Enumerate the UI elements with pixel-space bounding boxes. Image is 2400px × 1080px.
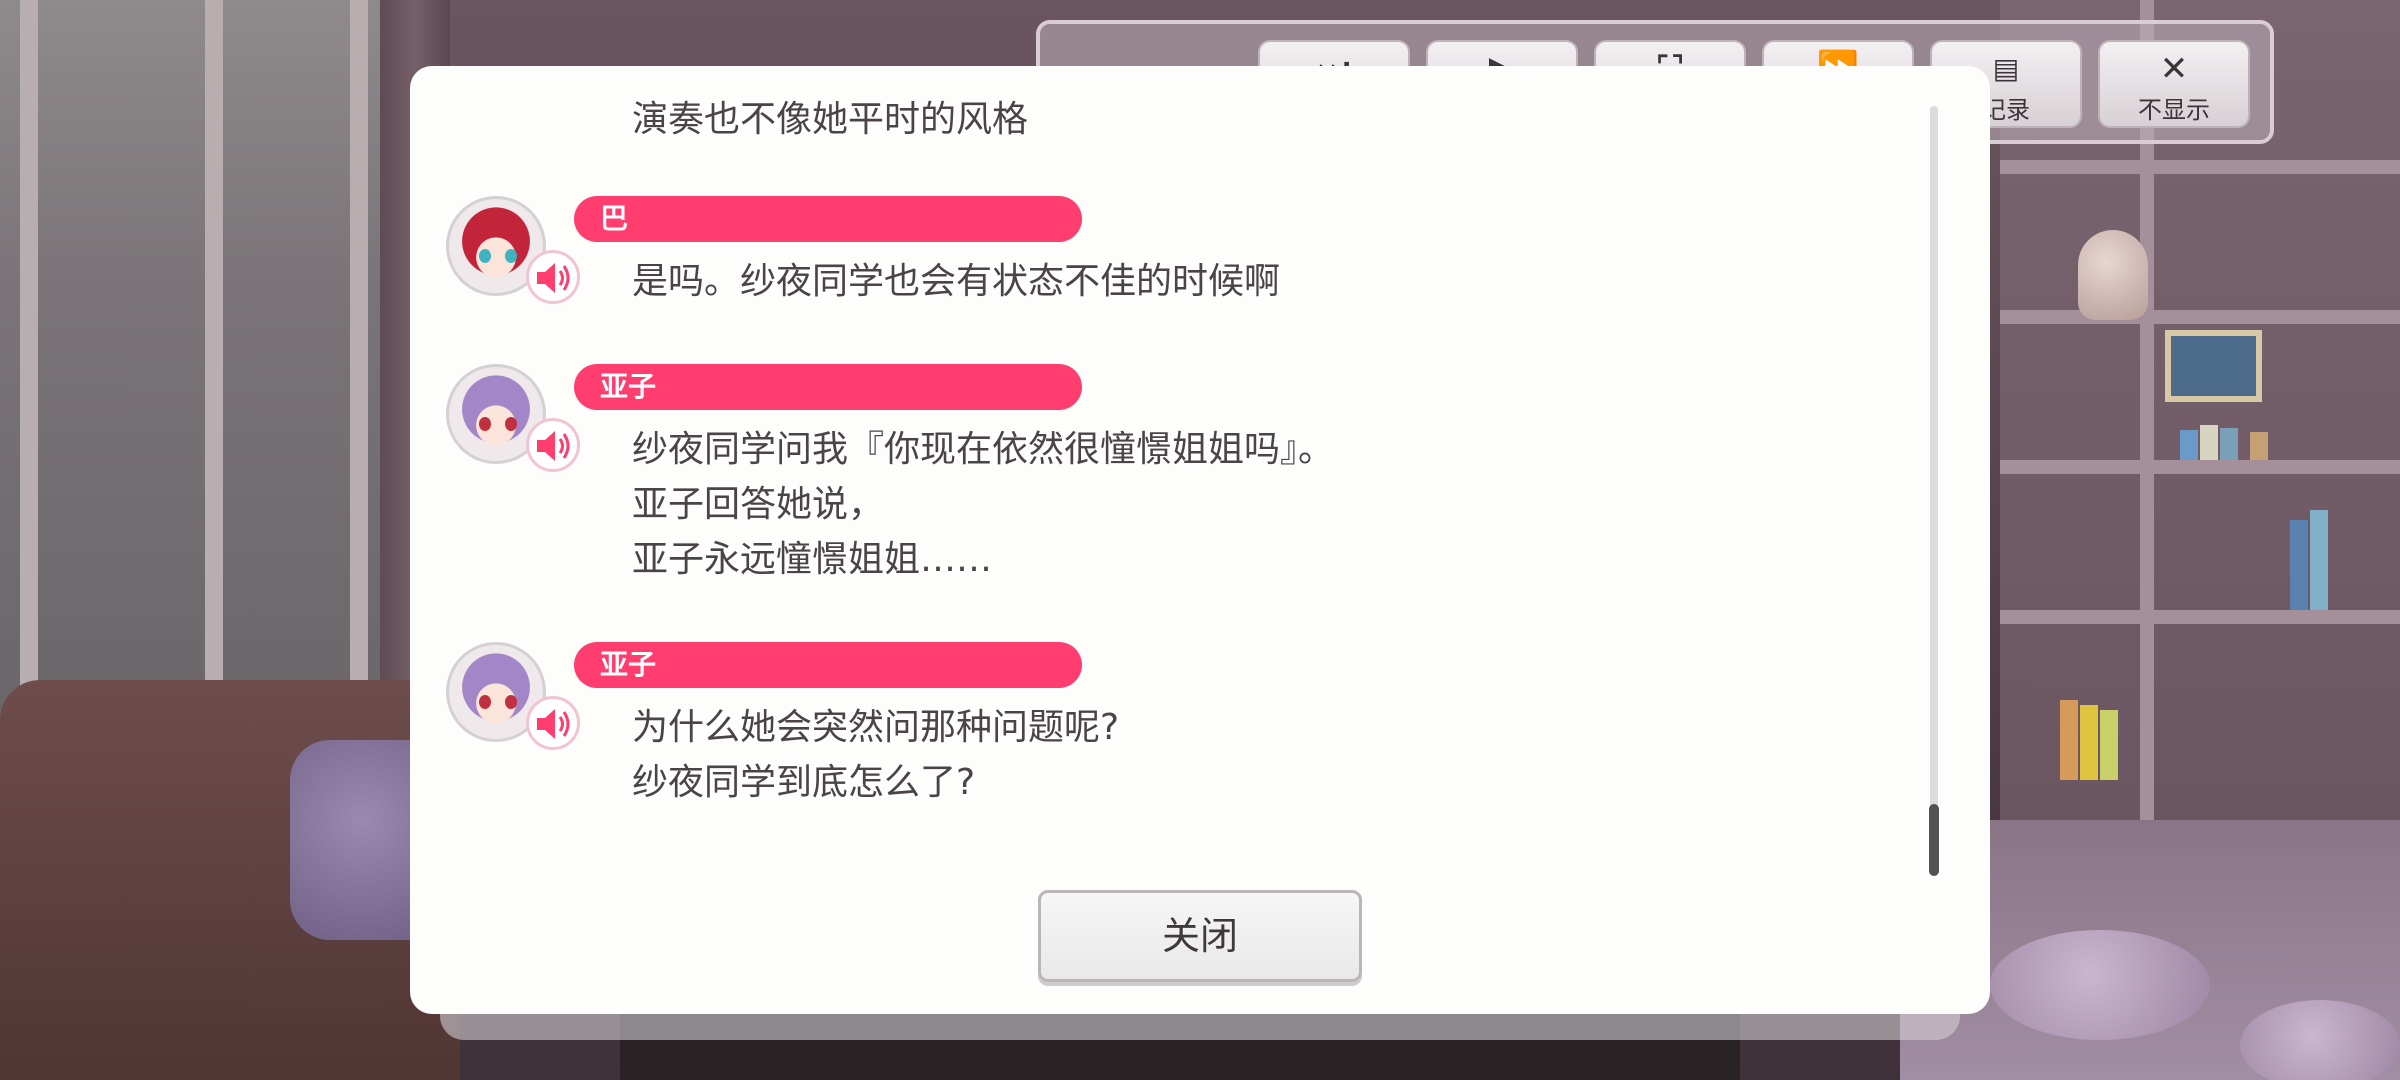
speaker-name: 亚子 [574,364,1082,410]
log-entries[interactable]: 演奏也不像她平时的风格 巴 是吗。纱夜同学也会有状态不佳的时候啊 亚子 纱夜同学… [410,66,1910,926]
dialogue-text: 是吗。纱夜同学也会有状态不佳的时候啊 [632,261,1281,302]
voice-replay-button[interactable] [526,696,580,750]
window-frame [20,0,38,720]
window-frame [350,0,368,720]
close-button[interactable]: 关闭 [1038,890,1362,982]
log-entry: 亚子 为什么她会突然问那种问题呢? 纱夜同学到底怎么了? [410,642,1910,862]
pouf [1990,930,2210,1040]
scrollbar-track[interactable] [1930,106,1938,876]
window-frame [205,0,223,720]
pouf [2240,1000,2400,1080]
log-entry: 巴 是吗。纱夜同学也会有状态不佳的时候啊 [410,196,1910,366]
story-log-dialog: 演奏也不像她平时的风格 巴 是吗。纱夜同学也会有状态不佳的时候啊 亚子 纱夜同学… [410,66,1990,1014]
speaker-icon [537,431,570,461]
hide-ui-button[interactable]: ✕ 不显示 [2098,40,2250,128]
close-icon: ✕ [2159,49,2189,89]
dialogue-text: 为什么她会突然问那种问题呢? 纱夜同学到底怎么了? [632,707,1120,803]
partial-entry: 演奏也不像她平时的风格 [632,92,1028,147]
speaker-icon [537,709,570,739]
vase [2078,230,2148,320]
speaker-name: 巴 [574,196,1082,242]
dialogue-text: 纱夜同学问我『你现在依然很憧憬姐姐吗』。 亚子回答她说， 亚子永远憧憬姐姐…… [632,429,1335,580]
scrollbar-thumb[interactable] [1929,804,1939,876]
log-line: 演奏也不像她平时的风格 [632,99,1029,140]
speaker-icon [537,263,570,293]
speaker-name: 亚子 [574,642,1082,688]
log-entry: 亚子 纱夜同学问我『你现在依然很憧憬姐姐吗』。 亚子回答她说， 亚子永远憧憬姐姐… [410,364,1910,624]
window [0,0,380,720]
voice-replay-button[interactable] [526,250,580,304]
voice-replay-button[interactable] [526,418,580,472]
